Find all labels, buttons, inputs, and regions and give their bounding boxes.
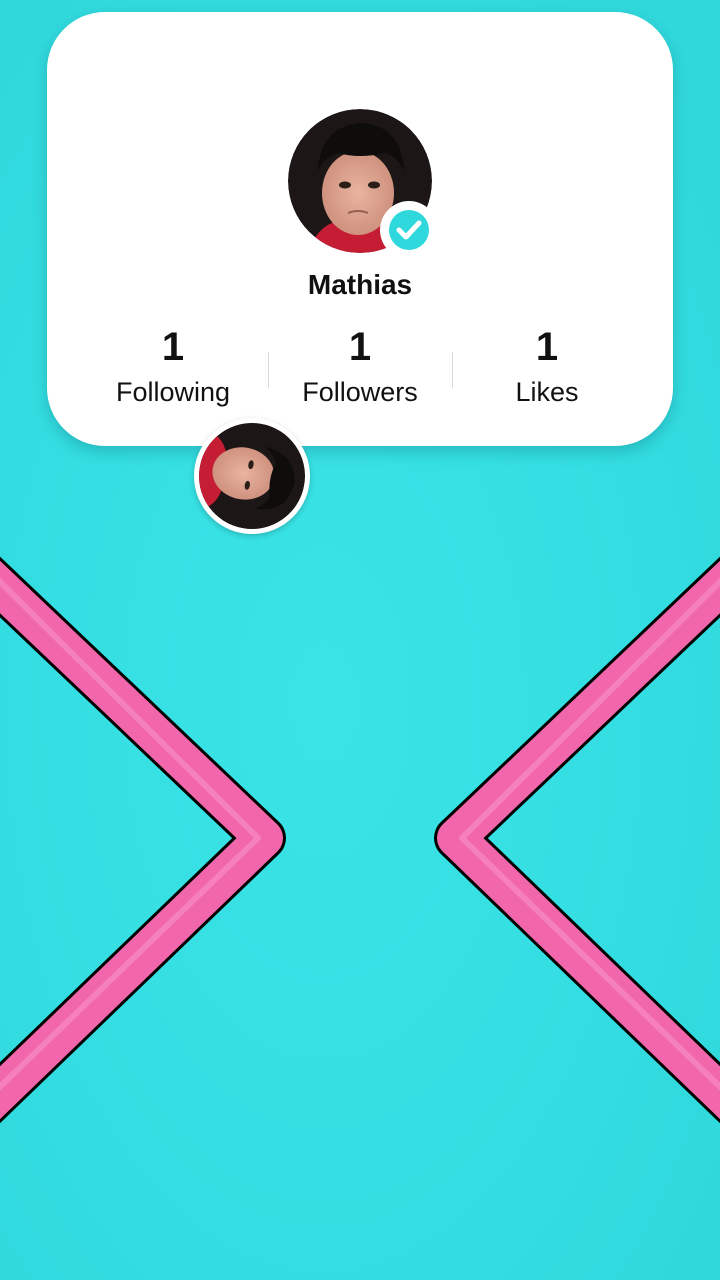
stat-label-likes: Likes (515, 377, 579, 407)
stat-followers[interactable]: 1 Followers (260, 325, 460, 409)
stat-value-following: 1 (161, 325, 185, 369)
stat-label-following: Following (115, 377, 231, 407)
profile-card: Mathias 1 Following 1 Followers 1 Likes (47, 12, 673, 446)
stat-likes[interactable]: 1 Likes (447, 325, 647, 409)
stat-following[interactable]: 1 Following (73, 325, 273, 409)
small-avatar-bubble[interactable] (194, 418, 310, 534)
stat-value-likes: 1 (535, 325, 559, 369)
chevron-right-icon (0, 556, 286, 1124)
stat-value-followers: 1 (348, 325, 372, 369)
profile-avatar-wrap[interactable] (288, 109, 438, 259)
stat-label-followers: Followers (302, 377, 418, 407)
profile-name: Mathias (307, 269, 413, 300)
verified-badge (380, 201, 438, 259)
chevron-left-icon (434, 556, 720, 1124)
check-badge-icon (389, 210, 429, 250)
avatar (199, 423, 305, 529)
